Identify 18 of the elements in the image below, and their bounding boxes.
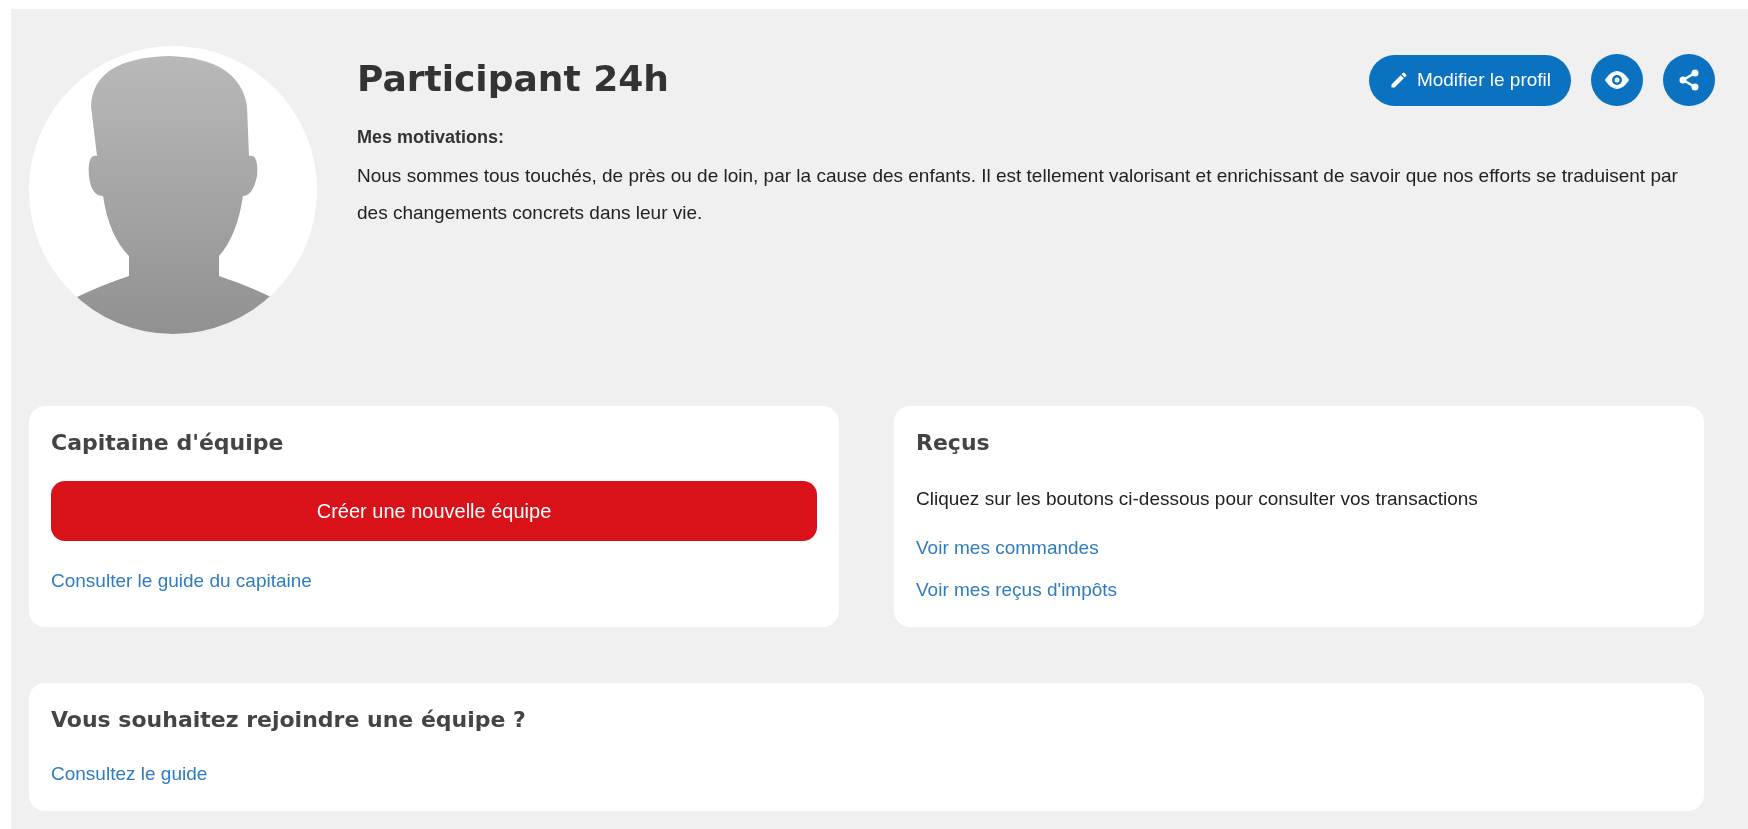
- receipts-link[interactable]: Voir mes commandes: [916, 533, 1099, 562]
- captain-guide-link[interactable]: Consulter le guide du capitaine: [51, 567, 312, 596]
- edit-profile-button[interactable]: Modifier le profil: [1368, 54, 1571, 106]
- motivations-label: Mes motivations:: [357, 126, 506, 149]
- share-icon: [1677, 68, 1701, 92]
- join-guide-link[interactable]: Consultez le guide: [51, 760, 208, 789]
- share-button[interactable]: [1663, 54, 1715, 106]
- create-team-button[interactable]: Créer une nouvelle équipe: [51, 481, 817, 541]
- preview-button[interactable]: [1591, 54, 1643, 106]
- avatar-placeholder-icon: [29, 46, 317, 334]
- eye-icon: [1603, 70, 1631, 90]
- card-title: Reçus: [916, 429, 991, 457]
- receipts-link[interactable]: Voir mes reçus d'impôts: [916, 576, 1118, 605]
- card-title: Vous souhaitez rejoindre une équipe ?: [51, 706, 527, 734]
- motivations-text: Nous sommes tous touchés, de près ou de loin, par la cause des enfants. Il est tellement valorisant et enrichissant de savoir que nos efforts se traduisent par des changements concrets dans leur vie.: [357, 164, 1679, 225]
- receipts-description: Cliquez sur les boutons ci-dessous pour consulter vos transactions: [916, 487, 1479, 511]
- card-title: Capitaine d'équipe: [51, 429, 285, 457]
- participant-name: Participant 24h: [357, 57, 669, 101]
